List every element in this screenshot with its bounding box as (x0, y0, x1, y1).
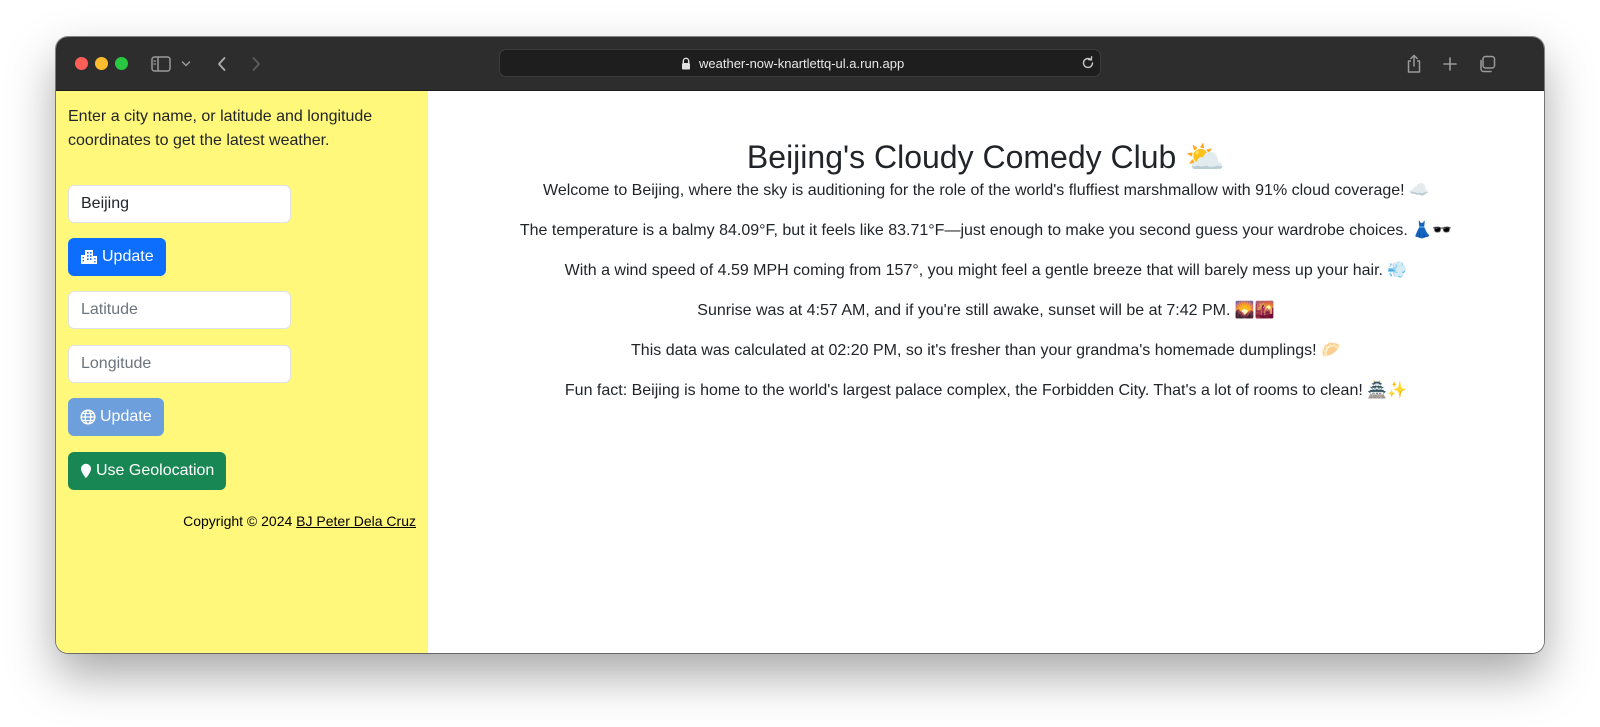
calculated-time-text: This data was calculated at 02:20 PM, so… (631, 342, 1341, 359)
close-window-button[interactable] (75, 57, 88, 70)
intro-text: Enter a city name, or latitude and longi… (68, 108, 373, 149)
cloud-coverage-text: Welcome to Beijing, where the sky is aud… (543, 182, 1429, 199)
longitude-input[interactable] (68, 345, 291, 383)
update-city-button[interactable]: Update (68, 238, 166, 276)
back-icon[interactable] (214, 52, 230, 76)
tab-overview-icon[interactable] (1476, 52, 1498, 76)
use-geolocation-label: Use Geolocation (96, 462, 215, 479)
share-icon[interactable] (1404, 52, 1424, 76)
wind-text: With a wind speed of 4.59 MPH coming fro… (564, 262, 1408, 279)
url-text: weather-now-knartlettq-ul.a.run.app (699, 56, 905, 71)
author-link[interactable]: BJ Peter Dela Cruz (296, 513, 416, 529)
temperature-text: The temperature is a balmy 84.09°F, but … (519, 222, 1453, 239)
fun-fact-text: Fun fact: Beijing is home to the world's… (564, 382, 1408, 399)
chevron-down-icon[interactable] (180, 52, 192, 76)
browser-window: weather-now-knartlettq-ul.a.run.app Ente… (56, 37, 1544, 653)
globe-icon (80, 409, 96, 425)
update-coords-label: Update (100, 408, 152, 425)
lock-icon (681, 57, 691, 75)
update-coords-button[interactable]: Update (68, 398, 164, 436)
copyright: Copyright © 2024 BJ Peter Dela Cruz (183, 513, 416, 529)
address-bar[interactable]: weather-now-knartlettq-ul.a.run.app (499, 49, 1101, 77)
latitude-input[interactable] (68, 291, 291, 329)
copyright-prefix: Copyright © 2024 (183, 513, 297, 529)
sidebar-toggle-icon[interactable] (150, 52, 172, 76)
browser-toolbar: weather-now-knartlettq-ul.a.run.app (56, 37, 1544, 91)
new-tab-icon[interactable] (1440, 52, 1460, 76)
minimize-window-button[interactable] (95, 57, 108, 70)
sunrise-sunset-text: Sunrise was at 4:57 AM, and if you're st… (697, 302, 1275, 319)
map-pin-icon (80, 463, 92, 479)
update-city-label: Update (102, 248, 154, 265)
zoom-window-button[interactable] (115, 57, 128, 70)
report-title: Beijing's Cloudy Comedy Club ⛅ (746, 139, 1226, 175)
city-icon (80, 249, 98, 265)
sidebar: Enter a city name, or latitude and longi… (56, 91, 428, 653)
city-input[interactable] (68, 185, 291, 223)
use-geolocation-button[interactable]: Use Geolocation (68, 452, 227, 490)
reload-icon[interactable] (1080, 55, 1096, 76)
weather-report: Beijing's Cloudy Comedy Club ⛅ Welcome t… (428, 91, 1544, 653)
forward-icon[interactable] (248, 52, 264, 76)
